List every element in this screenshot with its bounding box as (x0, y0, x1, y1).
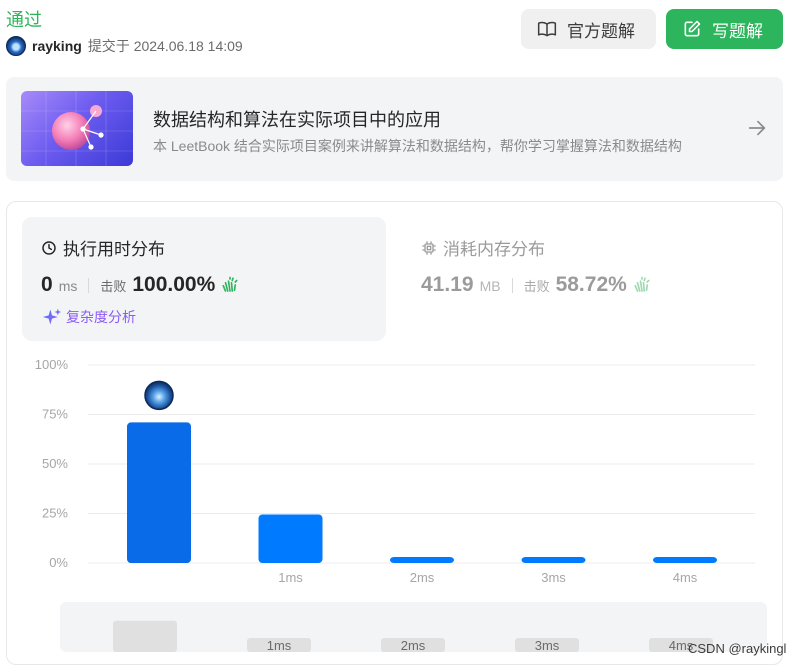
write-solution-button[interactable]: 写题解 (666, 9, 783, 49)
runtime-metric: 0 ms 击败 100.00% (41, 273, 239, 297)
arrow-right-icon[interactable] (746, 117, 768, 139)
book-icon (537, 21, 557, 37)
y-tick-label: 100% (35, 357, 69, 372)
clock-icon (42, 240, 56, 255)
runtime-title[interactable]: 执行用时分布 (41, 235, 165, 260)
runtime-title-label: 执行用时分布 (63, 240, 165, 259)
write-solution-label: 写题解 (712, 21, 763, 41)
y-tick-label: 0% (49, 555, 68, 570)
x-tick-label: 1ms (278, 570, 303, 585)
leetbook-title[interactable]: 数据结构和算法在实际项目中的应用 (153, 106, 441, 132)
submission-info: rayking 提交于 2024.06.18 14:09 (6, 36, 243, 56)
memory-beat-label: 击败 (523, 279, 550, 294)
clap-icon (222, 276, 238, 292)
chart-bar[interactable] (258, 514, 323, 563)
chip-icon (422, 240, 436, 255)
divider (511, 277, 513, 293)
watermark: CSDN @raykingl (688, 641, 787, 656)
complexity-analysis-label: 复杂度分析 (66, 309, 136, 325)
x-tick-label: 2ms (410, 570, 435, 585)
memory-title[interactable]: 消耗内存分布 (421, 235, 545, 260)
chart-bar[interactable] (127, 422, 191, 563)
divider (88, 277, 90, 293)
runtime-beat-value: 100.00% (132, 273, 216, 296)
x-tick-label: 4ms (673, 570, 698, 585)
submitted-time: 提交于 2024.06.18 14:09 (87, 38, 243, 54)
sparkle-icon (42, 308, 62, 325)
memory-title-label: 消耗内存分布 (443, 240, 545, 259)
chart-bar[interactable] (521, 557, 586, 563)
official-solution-label: 官方题解 (567, 21, 635, 41)
edit-icon (684, 20, 701, 37)
overview-label: 1ms (267, 638, 292, 653)
y-tick-label: 50% (42, 456, 68, 471)
chart-bar[interactable] (390, 557, 454, 563)
runtime-value: 0 (41, 273, 53, 296)
leetbook-subtitle: 本 LeetBook 结合实际项目案例来讲解算法和数据结构，帮你学习掌握算法和数… (153, 138, 682, 154)
runtime-beat-label: 击败 (100, 279, 127, 294)
official-solution-button[interactable]: 官方题解 (521, 9, 656, 49)
leetbook-cover-image (21, 91, 133, 166)
x-tick-label: 3ms (541, 570, 566, 585)
memory-value: 41.19 (421, 273, 474, 296)
overview-bar (113, 620, 177, 652)
memory-beat-value: 58.72% (555, 273, 627, 296)
user-marker-avatar (144, 380, 174, 411)
submission-status: 通过 (6, 10, 42, 30)
y-tick-label: 25% (42, 506, 68, 521)
memory-unit: MB (479, 278, 501, 294)
overview-label: 2ms (401, 638, 426, 653)
clap-icon (634, 276, 650, 292)
username[interactable]: rayking (32, 38, 82, 54)
chart-bar[interactable] (653, 557, 717, 563)
leetbook-banner[interactable]: 数据结构和算法在实际项目中的应用 本 LeetBook 结合实际项目案例来讲解算… (6, 77, 783, 181)
overview-label: 3ms (535, 638, 560, 653)
runtime-unit: ms (58, 278, 78, 294)
complexity-analysis-link[interactable]: 复杂度分析 (42, 307, 136, 327)
memory-metric: 41.19 MB 击败 58.72% (421, 273, 651, 297)
avatar[interactable] (6, 36, 26, 56)
y-tick-label: 75% (42, 407, 68, 422)
